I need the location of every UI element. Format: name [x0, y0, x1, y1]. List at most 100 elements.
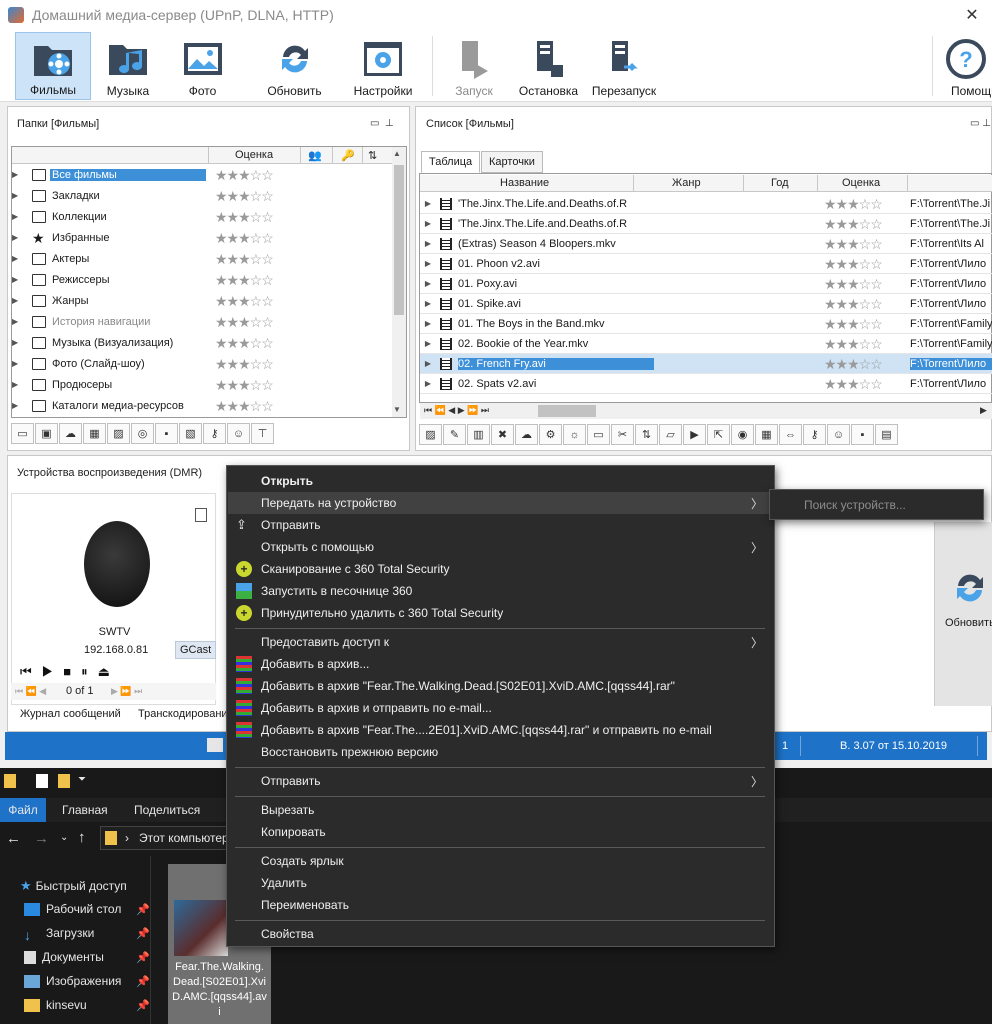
list-row[interactable]: ▶ 01. Phoon v2.avi ★★★☆☆ F:\Torrent\Лило [420, 254, 992, 274]
trash-icon[interactable]: ▥ [467, 424, 490, 445]
brightness-icon[interactable]: ☼ [563, 424, 586, 445]
folder-item-bookmarks[interactable]: ▶ Закладки ★★★☆☆ [12, 185, 274, 206]
folder-icon[interactable]: ▭ [587, 424, 610, 445]
key-icon[interactable]: ⚷ [803, 424, 826, 445]
report-icon[interactable]: ▤ [875, 424, 898, 445]
device-card[interactable]: SWTV 192.168.0.81 GCast ⏮▶■⏸⏏ [11, 493, 217, 705]
menu-item-rename[interactable]: Переименовать [228, 894, 773, 916]
menu-item-add-archive[interactable]: Добавить в архив... [228, 653, 773, 675]
tab-home[interactable]: Главная [62, 803, 108, 817]
list-row[interactable]: ▶ 'The.Jinx.The.Life.and.Deaths.of.R ★★★☆☆… [420, 194, 992, 214]
folders-scrollbar[interactable]: ▲ ▼ [392, 147, 406, 417]
tab-transcoding[interactable]: Транскодирование [138, 708, 234, 720]
picture-icon[interactable]: ▨ [419, 424, 442, 445]
tab-log[interactable]: Журнал сообщений [20, 708, 121, 720]
restart-button[interactable]: Перезапуск [588, 32, 660, 100]
menu-item-share[interactable]: ⇪ Отправить [228, 514, 773, 536]
folder-item-actors[interactable]: ▶ Актеры ★★★☆☆ [12, 248, 274, 269]
folder-item-collections[interactable]: ▶ Коллекции ★★★☆☆ [12, 206, 274, 227]
column-year[interactable]: Год [771, 177, 789, 189]
filter-icon[interactable]: ⊤ [251, 423, 274, 444]
column-genre[interactable]: Жанр [672, 177, 701, 189]
folder-item-genres[interactable]: ▶ Жанры ★★★☆☆ [12, 290, 274, 311]
nav-desktop[interactable]: Рабочий стол 📌 [24, 902, 150, 916]
cloud-icon[interactable]: ☁ [59, 423, 82, 444]
menu-item-360-scan[interactable]: + Сканирование с 360 Total Security [228, 558, 773, 580]
lifebuoy-icon[interactable]: ◎ [131, 423, 154, 444]
sort-icon[interactable]: ⇅ [368, 149, 377, 162]
list-row[interactable]: ▶ 01. The Boys in the Band.mkv ★★★☆☆ F:\Tor… [420, 314, 992, 334]
movies-button[interactable]: Фильмы [15, 32, 91, 100]
menu-item-360-sandbox[interactable]: Запустить в песочнице 360 [228, 580, 773, 602]
folder-item-producers[interactable]: ▶ Продюсеры ★★★☆☆ [12, 374, 274, 395]
device-info-icon[interactable] [195, 508, 207, 522]
photo-button[interactable]: Фото [175, 32, 230, 100]
nav-downloads[interactable]: ↓ Загрузки 📌 [24, 926, 150, 943]
menu-item-archive-email[interactable]: Добавить в архив и отправить по e-mail..… [228, 697, 773, 719]
devices-refresh-button[interactable]: Обновить [934, 522, 992, 706]
edit-icon[interactable]: ✎ [443, 424, 466, 445]
folder-item-history[interactable]: ▶ История навигации ★★★☆☆ [12, 311, 274, 332]
close-icon[interactable]: ✕ [952, 0, 992, 30]
stream-icon[interactable]: ◉ [731, 424, 754, 445]
refresh-button[interactable]: Обновить [262, 32, 327, 100]
key-icon[interactable]: 🔑 [341, 149, 355, 162]
play-icon[interactable]: ▶ [683, 424, 706, 445]
menu-item-give-access[interactable]: Предоставить доступ к 〉 [228, 631, 773, 653]
recent-icon[interactable]: ⌄ [60, 832, 68, 843]
folder-item-favorites[interactable]: ▶ ★ Избранные ★★★☆☆ [12, 227, 274, 248]
list-nav-scrollbar[interactable]: ⏮ ⏪ ◀ ▶ ⏩ ⏭ ▶ [420, 403, 992, 419]
menu-item-properties[interactable]: Свойства [228, 923, 773, 945]
list-row[interactable]: ▶ 'The.Jinx.The.Life.and.Deaths.of.R ★★★☆☆… [420, 214, 992, 234]
start-button[interactable]: Запуск [448, 32, 500, 100]
menu-item-restore-version[interactable]: Восстановить прежнюю версию [228, 741, 773, 763]
nav-documents[interactable]: Документы 📌 [24, 950, 150, 964]
folder-item-music-visualization[interactable]: ▶ Музыка (Визуализация) ★★★☆☆ [12, 332, 274, 353]
folder-item-slideshow[interactable]: ▶ Фото (Слайд-шоу) ★★★☆☆ [12, 353, 274, 374]
player-controls[interactable]: ⏮▶■⏸⏏ [20, 664, 120, 680]
nav-pictures[interactable]: Изображения 📌 [24, 974, 150, 988]
column-rating[interactable]: Оценка [842, 177, 880, 189]
new-folder-icon[interactable]: ▣ [35, 423, 58, 444]
panel-pin-icons[interactable]: ▭ ⊥ [970, 118, 991, 129]
list-row-selected[interactable]: ▶ 02. French Fry.avi ★★★☆☆ F:\Torrent\Лило [420, 354, 992, 374]
forward-icon[interactable]: → [34, 830, 49, 847]
menu-item-cast-to-device[interactable]: Передать на устройство 〉 [228, 492, 773, 514]
tab-table[interactable]: Таблица [421, 151, 481, 173]
music-button[interactable]: Музыка [98, 32, 158, 100]
menu-item-add-archive-named[interactable]: Добавить в архив "Fear.The.Walking.Dead.… [228, 675, 773, 697]
menu-item-copy[interactable]: Копировать [228, 821, 773, 843]
menu-item-send-to[interactable]: Отправить 〉 [228, 770, 773, 792]
tab-cards[interactable]: Карточки [481, 151, 543, 173]
menu-item-360-delete[interactable]: + Принудительно удалить с 360 Total Secur… [228, 602, 773, 624]
up-icon[interactable]: ↑ [78, 829, 86, 846]
stop-button[interactable]: Остановка [516, 32, 581, 100]
menu-item-open[interactable]: Открыть [228, 470, 773, 492]
tools-icon[interactable]: ✂ [611, 424, 634, 445]
panel-pin-icons[interactable]: ▭ ⊥ [370, 118, 394, 129]
list-row[interactable]: ▶ 01. Spike.avi ★★★☆☆ F:\Torrent\Лило [420, 294, 992, 314]
cloud-icon[interactable]: ☁ [515, 424, 538, 445]
nav-kinsevu[interactable]: kinsevu 📌 [24, 998, 150, 1012]
tab-file[interactable]: Файл [0, 798, 46, 822]
back-icon[interactable]: ← [6, 830, 21, 847]
settings-button[interactable]: Настройки [348, 32, 418, 100]
resize-icon[interactable]: ⇔ [779, 424, 802, 445]
grid-icon[interactable]: ▦ [83, 423, 106, 444]
menu-item-delete[interactable]: Удалить [228, 872, 773, 894]
column-name[interactable]: Название [500, 177, 549, 189]
folder-item-media-catalogs[interactable]: ▶ Каталоги медиа-ресурсов ★★★☆☆ [12, 395, 274, 416]
list-row[interactable]: ▶ 02. Bookie of the Year.mkv ★★★☆☆ F:\Torre… [420, 334, 992, 354]
folder-item-directors[interactable]: ▶ Режиссеры ★★★☆☆ [12, 269, 274, 290]
folder-open-icon[interactable]: ▱ [659, 424, 682, 445]
menu-item-create-shortcut[interactable]: Создать ярлык [228, 850, 773, 872]
tab-share[interactable]: Поделиться [134, 803, 200, 817]
users-icon[interactable]: ☺ [827, 424, 850, 445]
menu-item-archive-named-email[interactable]: Добавить в архив "Fear.The....2E01].XviD… [228, 719, 773, 741]
list-row[interactable]: ▶ 02. Spats v2.avi ★★★☆☆ F:\Torrent\Лило [420, 374, 992, 394]
image-icon[interactable]: ▨ [107, 423, 130, 444]
save-icon[interactable]: ▪ [155, 423, 178, 444]
menu-item-cut[interactable]: Вырезать [228, 799, 773, 821]
folder-item-all-movies[interactable]: ▶ Все фильмы ★★★☆☆ [12, 164, 274, 185]
list-row[interactable]: ▶ 01. Poxy.avi ★★★☆☆ F:\Torrent\Лило [420, 274, 992, 294]
